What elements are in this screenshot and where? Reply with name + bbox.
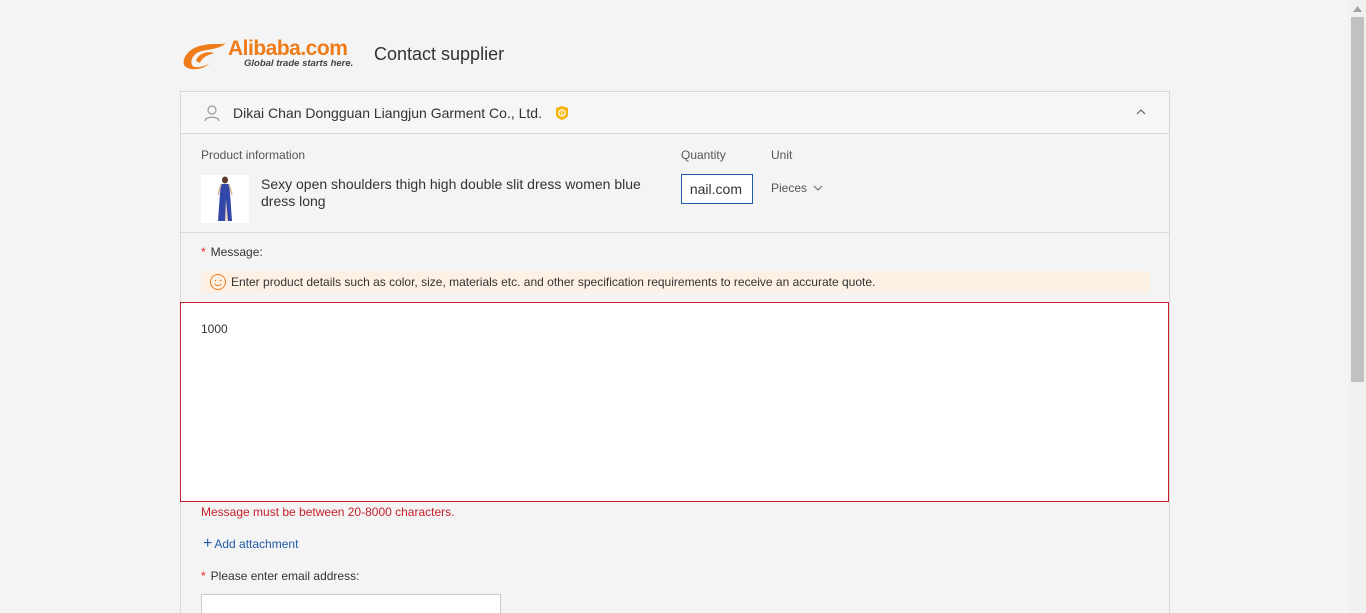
svg-text:$: $ [560,111,563,117]
message-label-text: Message: [210,245,263,259]
message-label: * Message: [201,245,263,259]
message-tip-text: Enter product details such as color, siz… [231,275,876,289]
gold-supplier-icon: $ [555,105,568,120]
quantity-label: Quantity [681,148,726,162]
email-label-text: Please enter email address: [210,569,360,583]
scroll-up-icon [1353,5,1362,12]
email-input[interactable] [201,594,501,613]
alibaba-swoosh-icon [183,43,226,70]
required-mark: * [201,245,206,259]
supplier-name: Dikai Chan Dongguan Liangjun Garment Co.… [233,104,542,121]
product-info-label: Product information [201,148,306,162]
unit-select-value: Pieces [771,181,808,195]
scrollbar-thumb[interactable] [1351,17,1364,382]
product-thumbnail[interactable] [201,175,249,223]
supplier-bar[interactable]: Dikai Chan Dongguan Liangjun Garment Co.… [181,92,1169,134]
message-error: Message must be between 20-8000 characte… [201,505,455,519]
add-attachment-link[interactable]: + Add attachment [203,535,299,552]
product-section: Product information Quantity Unit Sexy o… [181,134,1169,233]
product-name[interactable]: Sexy open shoulders thigh high double sl… [261,176,661,210]
smile-icon [210,274,226,290]
page-title: Contact supplier [374,43,505,64]
vertical-scrollbar[interactable] [1349,0,1366,613]
message-tip: Enter product details such as color, siz… [201,271,1150,293]
required-mark: * [201,569,206,583]
plus-icon: + [203,535,213,552]
alibaba-logo[interactable]: Alibaba.com Global trade starts here. [180,37,362,71]
email-label: * Please enter email address: [201,569,359,583]
chevron-down-icon [813,185,823,191]
contact-form-card: Dikai Chan Dongguan Liangjun Garment Co.… [180,91,1170,613]
scroll-up-arrow[interactable] [1349,0,1366,17]
dress-image-icon [217,176,233,221]
unit-label: Unit [771,148,793,162]
logo-tagline: Global trade starts here. [244,58,354,69]
chevron-up-icon[interactable] [1135,106,1147,118]
message-textarea[interactable]: 1000 [180,302,1169,502]
page-header: Alibaba.com Global trade starts here. Co… [180,36,504,72]
unit-select[interactable]: Pieces [771,181,823,195]
user-icon [204,104,220,121]
add-attachment-label: Add attachment [214,537,299,551]
quantity-input[interactable]: nail.com [681,174,753,204]
